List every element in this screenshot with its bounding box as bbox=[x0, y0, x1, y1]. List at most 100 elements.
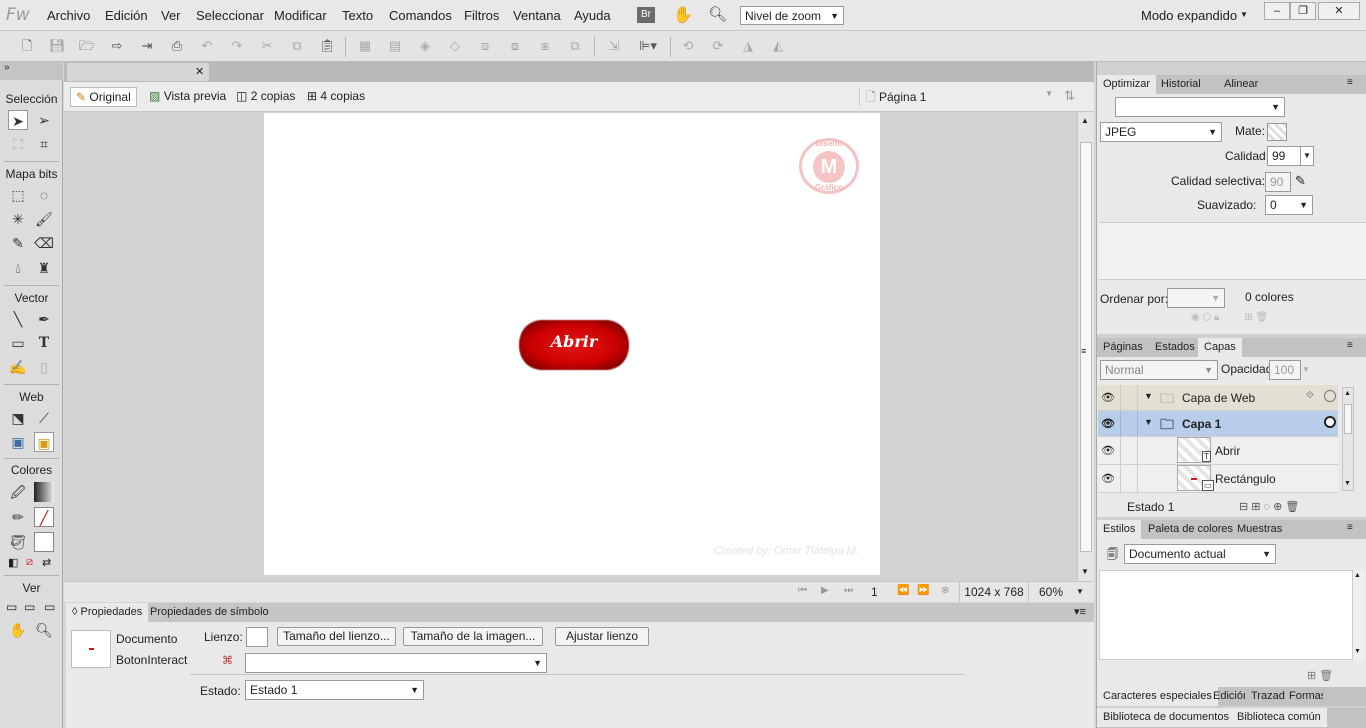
tab-4-copias[interactable]: ⊞ 4 copias bbox=[302, 87, 370, 107]
tab-formas[interactable]: Formas bbox=[1283, 687, 1323, 706]
image-map-select[interactable]: ▼ bbox=[245, 653, 547, 673]
rotate-right-icon[interactable]: ⟳ bbox=[710, 38, 726, 54]
panel-menu-icon[interactable]: ≡ bbox=[1347, 77, 1353, 88]
play-icon[interactable]: ▶ bbox=[821, 585, 829, 596]
canvas-size-readout[interactable]: 1024 x 768 bbox=[959, 582, 1029, 602]
save-icon[interactable]: 💾︎ bbox=[49, 38, 66, 54]
mate-swatch[interactable] bbox=[1267, 123, 1287, 141]
marquee-tool-icon[interactable]: ⬚ bbox=[8, 185, 28, 205]
knife-tool-icon[interactable]: ▯ bbox=[34, 357, 54, 377]
format-select[interactable]: JPEG ▼ bbox=[1100, 122, 1222, 142]
tab-paginas[interactable]: Páginas bbox=[1097, 338, 1149, 357]
tab-vista-previa[interactable]: ▨ Vista previa bbox=[144, 87, 231, 107]
first-frame-icon[interactable]: ⏮ bbox=[798, 585, 807, 596]
lock-slot[interactable] bbox=[1120, 411, 1138, 436]
menu-modificar[interactable]: Modificar bbox=[274, 8, 327, 23]
restore-button[interactable]: ❐ bbox=[1290, 2, 1316, 20]
new-document-icon[interactable]: 🗋 bbox=[19, 38, 35, 54]
document-tab[interactable]: ✕ bbox=[67, 63, 209, 81]
minimize-button[interactable]: – bbox=[1264, 2, 1290, 20]
tab-estados[interactable]: Estados bbox=[1149, 338, 1201, 357]
layer-select-circle[interactable] bbox=[1324, 416, 1336, 428]
panel-menu-icon[interactable]: ▾≡ bbox=[1074, 605, 1086, 618]
copy-icon[interactable]: ⧉ bbox=[289, 38, 305, 54]
standard-screen-icon[interactable]: ▭ bbox=[6, 600, 17, 614]
tab-2-copias[interactable]: ◫ 2 copias bbox=[231, 87, 300, 107]
align-dropdown-icon[interactable]: ⊫▾ bbox=[636, 38, 660, 54]
redo-icon[interactable]: ↷ bbox=[229, 38, 245, 54]
open-icon[interactable]: 🗁 bbox=[79, 38, 95, 54]
opacity-value[interactable]: 100 bbox=[1269, 360, 1301, 380]
hand-icon[interactable]: ✋ bbox=[673, 5, 693, 25]
chevron-down-icon[interactable]: ▼ bbox=[1302, 360, 1314, 380]
menu-archivo[interactable]: Archivo bbox=[47, 8, 90, 23]
tab-capas[interactable]: Capas bbox=[1198, 338, 1242, 357]
ungroup-icon[interactable]: ▤ bbox=[387, 38, 403, 54]
prev-frame-icon[interactable]: ⏪ bbox=[897, 585, 909, 596]
fill-color-bucket-icon[interactable]: 🪣︎ bbox=[8, 532, 28, 552]
tab-optimizar[interactable]: Optimizar bbox=[1097, 75, 1157, 94]
scroll-up-icon[interactable]: ▲ bbox=[1354, 572, 1361, 579]
edit-icon[interactable]: ✎ bbox=[1295, 173, 1306, 189]
flip-horizontal-icon[interactable]: ◮ bbox=[740, 38, 756, 54]
eye-icon[interactable]: 👁︎ bbox=[1100, 443, 1116, 459]
menu-edicion[interactable]: Edición bbox=[105, 8, 148, 23]
print-icon[interactable]: ⎙ bbox=[169, 38, 185, 54]
rotate-left-icon[interactable]: ⟲ bbox=[680, 38, 696, 54]
menu-ver[interactable]: Ver bbox=[161, 8, 181, 23]
layer-row-abrir[interactable]: 👁︎ T Abrir bbox=[1098, 437, 1338, 465]
lock-slot[interactable] bbox=[1120, 437, 1138, 464]
tab-alinear[interactable]: Alinear bbox=[1218, 75, 1264, 94]
canvas[interactable]: M Diseño Gráfico Abrir Created by: Omar … bbox=[264, 113, 880, 575]
pen-tool-icon[interactable]: ✒ bbox=[34, 309, 54, 329]
flip-vertical-icon[interactable]: ◭ bbox=[770, 38, 786, 54]
show-slices-icon[interactable]: ▣ bbox=[34, 432, 54, 452]
scroll-thumb[interactable] bbox=[1344, 404, 1352, 434]
tab-caracteres-especiales[interactable]: Caracteres especiales bbox=[1097, 687, 1218, 706]
eye-icon[interactable]: 👁︎ bbox=[1100, 416, 1116, 432]
swap-colors-icon[interactable]: ⇄ bbox=[42, 556, 51, 569]
tab-propiedades-simbolo[interactable]: Propiedades de símbolo bbox=[144, 603, 275, 622]
subselect-tool-icon[interactable]: ➢ bbox=[34, 110, 54, 130]
line-tool-icon[interactable]: ╲ bbox=[8, 309, 28, 329]
zoom-level-select[interactable]: Nivel de zoom ▼ bbox=[740, 6, 844, 25]
bring-front-icon[interactable]: ⧈ bbox=[477, 38, 493, 54]
menu-ayuda[interactable]: Ayuda bbox=[574, 8, 611, 23]
undo-icon[interactable]: ↶ bbox=[199, 38, 215, 54]
align-icon[interactable]: ⇲ bbox=[606, 38, 622, 54]
menu-comandos[interactable]: Comandos bbox=[389, 8, 452, 23]
stroke-color-pencil-icon[interactable]: ✏ bbox=[8, 507, 28, 527]
menu-seleccionar[interactable]: Seleccionar bbox=[196, 8, 264, 23]
tab-historial[interactable]: Historial bbox=[1155, 75, 1207, 94]
page-select[interactable]: 🗋 Página 1 ▼ bbox=[859, 88, 1059, 106]
layer-select-circle[interactable] bbox=[1324, 390, 1336, 402]
preset-select[interactable]: ▼ bbox=[1115, 97, 1285, 117]
styles-source-select[interactable]: Documento actual ▼ bbox=[1124, 544, 1276, 564]
join-icon[interactable]: ◈ bbox=[417, 38, 433, 54]
zoom-tool-icon[interactable]: 🔍︎ bbox=[34, 620, 54, 640]
scroll-down-icon[interactable]: ▼ bbox=[1081, 567, 1089, 576]
import-icon[interactable]: ⇨ bbox=[109, 38, 125, 54]
blend-mode-select[interactable]: Normal ▼ bbox=[1100, 360, 1218, 380]
tab-edicion[interactable]: Edición bbox=[1207, 687, 1245, 706]
gradient-tool-icon[interactable] bbox=[34, 482, 54, 502]
slice-tool-icon[interactable]: ⟋ bbox=[34, 408, 54, 428]
default-colors-icon[interactable]: ◧ bbox=[8, 556, 18, 569]
hand-tool-icon[interactable]: ✋ bbox=[8, 620, 28, 640]
zoom-icon[interactable]: 🔍︎ bbox=[708, 5, 727, 23]
crop-tool-icon[interactable]: ⌗ bbox=[34, 134, 54, 154]
send-backward-icon[interactable]: ⧆ bbox=[537, 38, 553, 54]
blur-tool-icon[interactable]: 💧︎ bbox=[8, 258, 28, 278]
tab-muestras[interactable]: Muestras bbox=[1231, 520, 1288, 539]
layer-row-capa-1[interactable]: 👁︎ ▼ 🗀 Capa 1 bbox=[1098, 411, 1338, 437]
collapse-arrows-icon[interactable]: » bbox=[0, 62, 63, 80]
workspace-switcher[interactable]: Modo expandido bbox=[1141, 8, 1237, 23]
export-icon[interactable]: ⇥ bbox=[139, 38, 155, 54]
zoom-readout[interactable]: 60% bbox=[1039, 585, 1063, 599]
scroll-down-icon[interactable]: ▼ bbox=[1354, 648, 1361, 655]
lock-slot[interactable] bbox=[1120, 385, 1138, 410]
lock-slot[interactable] bbox=[1120, 465, 1138, 492]
split-icon[interactable]: ◇ bbox=[447, 38, 463, 54]
tab-estilos[interactable]: Estilos bbox=[1097, 520, 1142, 539]
panel-menu-icon[interactable]: ≡ bbox=[1347, 340, 1353, 351]
